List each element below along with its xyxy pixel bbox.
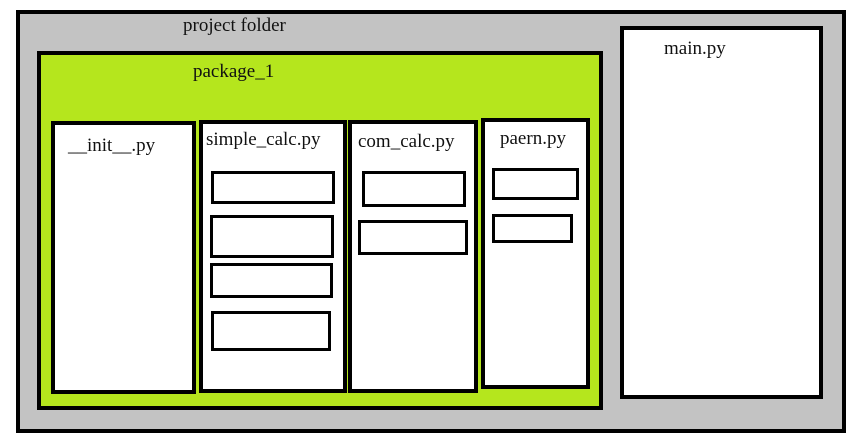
simple-calc-function-block — [210, 263, 333, 298]
project-folder-label: project folder — [183, 15, 286, 36]
file-main-label: main.py — [664, 38, 726, 59]
file-com-calc — [348, 120, 478, 393]
file-main — [620, 26, 823, 399]
simple-calc-function-block — [211, 171, 335, 204]
paern-function-block — [492, 168, 579, 200]
paern-function-block — [492, 214, 573, 243]
simple-calc-function-block — [211, 311, 331, 351]
file-paern-label: paern.py — [500, 128, 566, 149]
file-simple-calc-label: simple_calc.py — [206, 129, 321, 150]
file-paern — [481, 118, 590, 389]
package-label: package_1 — [193, 61, 275, 82]
com-calc-function-block — [358, 220, 468, 255]
com-calc-function-block — [362, 171, 466, 207]
simple-calc-function-block — [210, 215, 334, 258]
file-com-calc-label: com_calc.py — [358, 131, 455, 152]
file-init-label: __init__.py — [68, 135, 156, 156]
file-init — [51, 121, 196, 394]
